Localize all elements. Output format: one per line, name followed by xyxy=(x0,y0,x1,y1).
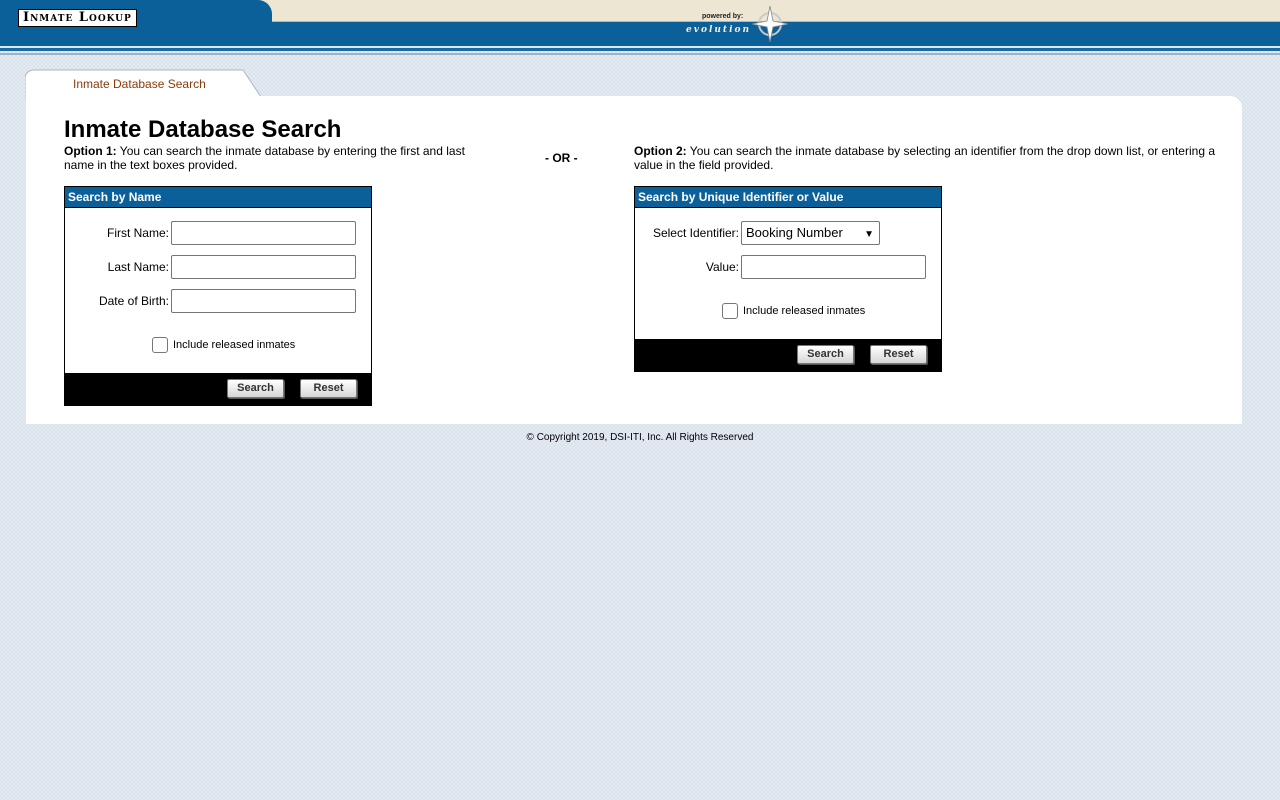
option2-text: You can search the inmate database by se… xyxy=(634,144,1215,172)
option1-description: Option 1: You can search the inmate data… xyxy=(64,144,484,172)
name-search-button[interactable]: Search xyxy=(227,379,284,398)
select-identifier-label: Select Identifier: xyxy=(652,226,739,240)
identifier-selected-value: Booking Number xyxy=(746,225,843,240)
last-name-input[interactable] xyxy=(171,255,356,279)
include-released-label-2: Include released inmates xyxy=(743,305,866,317)
tab-inmate-database-search[interactable]: Inmate Database Search xyxy=(25,69,261,99)
first-name-label: First Name: xyxy=(106,226,169,240)
search-by-name-footer: Search Reset xyxy=(65,373,371,405)
date-of-birth-input[interactable] xyxy=(171,289,356,313)
powered-by-evolution-logo: powered by: evolution xyxy=(684,6,794,42)
identifier-search-button[interactable]: Search xyxy=(797,345,854,364)
logo-text: Inmate Lookup xyxy=(23,10,132,25)
value-label: Value: xyxy=(705,260,739,274)
identifier-reset-button[interactable]: Reset xyxy=(870,345,927,364)
search-by-name-box: Search by Name First Name: Last Name: Da… xyxy=(64,186,372,406)
search-by-identifier-box: Search by Unique Identifier or Value Sel… xyxy=(634,186,942,372)
powered-by-label: powered by: xyxy=(702,13,744,20)
search-by-name-heading: Search by Name xyxy=(65,187,371,208)
include-released-checkbox[interactable] xyxy=(152,337,168,353)
last-name-label: Last Name: xyxy=(107,260,169,274)
include-released-label: Include released inmates xyxy=(173,339,296,351)
evolution-wordmark: evolution xyxy=(686,25,751,35)
search-by-identifier-footer: Search Reset xyxy=(635,339,941,371)
option2-description: Option 2: You can search the inmate data… xyxy=(634,144,1234,172)
search-by-identifier-heading: Search by Unique Identifier or Value xyxy=(635,187,941,208)
identifier-select[interactable]: Booking Number ▼ xyxy=(741,221,880,245)
value-input[interactable] xyxy=(741,255,926,279)
copyright-footer: © Copyright 2019, DSI-ITI, Inc. All Righ… xyxy=(526,432,754,443)
date-of-birth-label: Date of Birth: xyxy=(98,294,169,308)
header-stripe xyxy=(0,48,1280,51)
include-released-checkbox-2[interactable] xyxy=(722,303,738,319)
option1-label: Option 1: xyxy=(64,144,117,158)
option1-text: You can search the inmate database by en… xyxy=(64,144,465,172)
inmate-lookup-logo[interactable]: Inmate Lookup xyxy=(18,9,137,27)
name-reset-button[interactable]: Reset xyxy=(300,379,357,398)
evolution-text: evolution xyxy=(686,25,752,35)
header-stripe-light xyxy=(0,53,1280,55)
tab-label: Inmate Database Search xyxy=(73,77,206,91)
or-separator: - OR - xyxy=(545,151,578,165)
page-title: Inmate Database Search xyxy=(64,116,342,143)
compass-star-icon xyxy=(752,6,788,42)
app-header: Inmate Lookup powered by: evolution xyxy=(0,0,1280,56)
option2-label: Option 2: xyxy=(634,144,687,158)
first-name-input[interactable] xyxy=(171,221,356,245)
chevron-down-icon: ▼ xyxy=(864,229,874,240)
